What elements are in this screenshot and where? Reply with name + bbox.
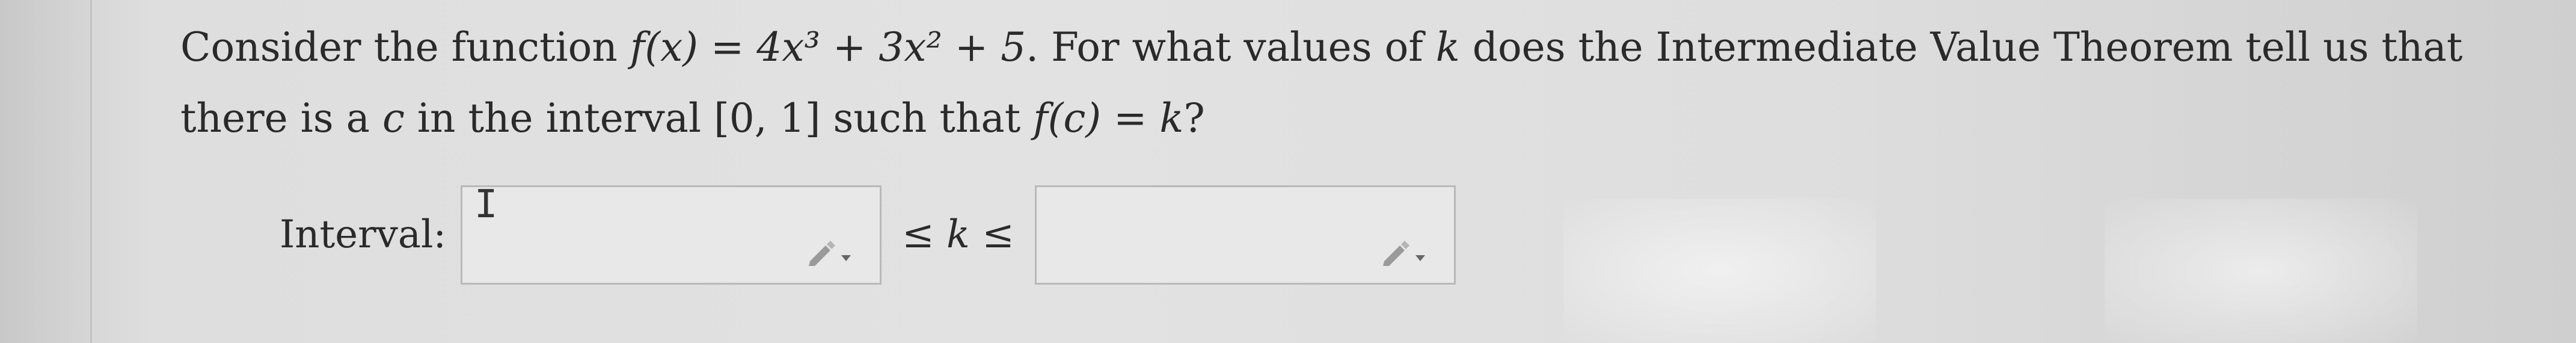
variable-k: k [1435,24,1460,70]
condition-expression: f(c) = k [1033,95,1184,141]
question-text-part: . For what values of [1026,24,1436,70]
variable-c: c [382,95,405,141]
interval-notation: [0, 1] [714,95,821,141]
inequality-k: ≤ k ≤ [902,212,1014,257]
answer-row: Interval: I ≤ k ≤ [280,181,1456,289]
question-intro: Consider the function [180,24,630,70]
light-glare [1563,199,1876,343]
pencil-dropdown-icon[interactable] [1382,237,1430,267]
question-text: Consider the function f(x) = 4x³ + 3x² +… [180,12,2525,154]
lower-bound-input[interactable]: I [461,182,882,285]
pencil-dropdown-icon[interactable] [808,237,856,267]
interval-label: Interval: [280,212,447,257]
light-glare [2105,199,2417,343]
upper-bound-input[interactable] [1034,185,1456,285]
question-text-part: such that [820,95,1034,141]
text-cursor-icon: I [474,182,498,227]
left-margin [0,0,92,343]
question-text-part: in the interval [404,95,714,141]
function-definition: f(x) = 4x³ + 3x² + 5 [630,24,1026,70]
question-text-part: ? [1183,95,1205,141]
